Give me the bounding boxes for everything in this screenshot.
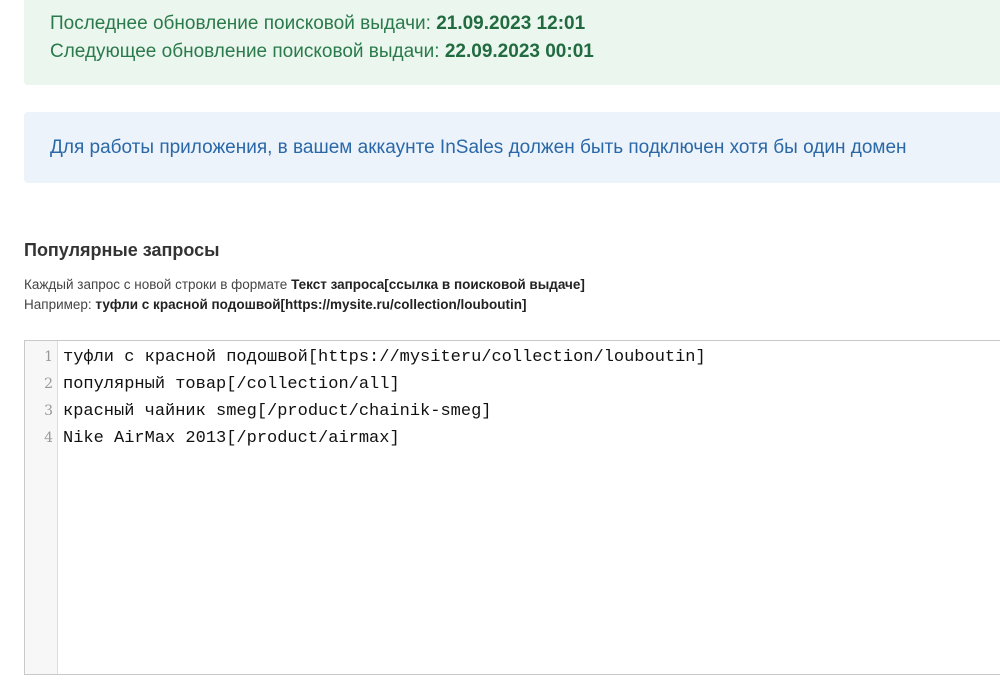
editor-line[interactable]: красный чайник smeg[/product/chainik-sme… <box>63 402 491 421</box>
next-update-value: 22.09.2023 00:01 <box>444 40 594 62</box>
next-update-label: Следующее обновление поисковой выдачи: <box>50 40 445 62</box>
last-update-label: Последнее обновление поисковой выдачи: <box>50 13 437 34</box>
domain-notice-text: Для работы приложения, в вашем аккаунте … <box>50 136 907 158</box>
format-hint-prefix: Каждый запрос с новой строки в формате <box>24 277 292 292</box>
editor-line[interactable]: популярный товар[/collection/all] <box>63 375 400 394</box>
example-hint-prefix: Например: <box>24 297 96 312</box>
line-number: 4 <box>44 430 53 446</box>
popular-queries-hint: Каждый запрос с новой строки в формате Т… <box>24 275 585 315</box>
domain-notice-alert: Для работы приложения, в вашем аккаунте … <box>24 112 1000 183</box>
format-hint-row: Каждый запрос с новой строки в формате Т… <box>24 275 585 295</box>
example-hint-row: Например: туфли с красной подошвой[https… <box>24 295 585 315</box>
format-hint-value: Текст запроса[ссылка в поисковой выдаче] <box>291 277 585 292</box>
queries-code-editor[interactable]: 1 2 3 4 туфли с красной подошвой[https:/… <box>24 340 1000 675</box>
next-update-row: Следующее обновление поисковой выдачи: 2… <box>50 38 1000 66</box>
example-hint-value: туфли с красной подошвой[https://mysite.… <box>95 297 527 312</box>
editor-line[interactable]: туфли с красной подошвой[https://mysiter… <box>63 348 706 367</box>
line-number: 2 <box>44 376 53 392</box>
update-status-alert: Последнее обновление поисковой выдачи: 2… <box>24 0 1000 85</box>
editor-line[interactable]: Nike AirMax 2013[/product/airmax] <box>63 429 400 448</box>
last-update-value: 21.09.2023 12:01 <box>436 13 586 34</box>
line-number: 1 <box>44 349 53 365</box>
popular-queries-title: Популярные запросы <box>24 240 220 260</box>
line-number: 3 <box>44 403 53 419</box>
last-update-row: Последнее обновление поисковой выдачи: 2… <box>50 10 1000 38</box>
line-number-gutter: 1 2 3 4 <box>25 341 58 674</box>
